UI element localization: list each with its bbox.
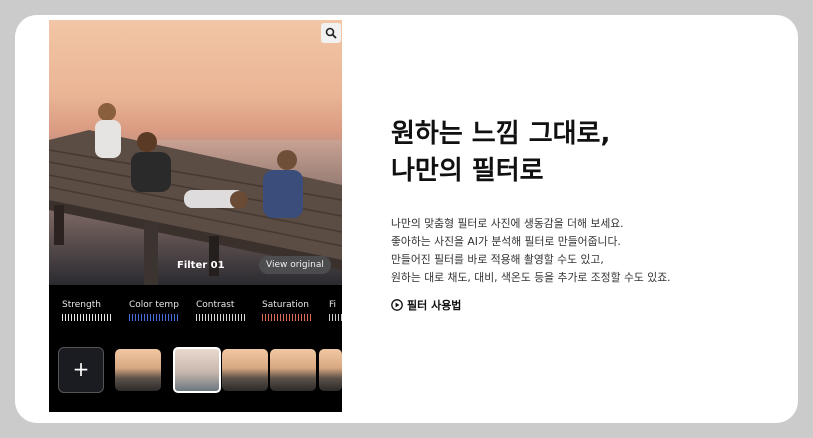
filter-thumbnail[interactable] (115, 349, 161, 391)
saturation-slider[interactable]: Saturation (262, 300, 312, 321)
fi-ticks (329, 314, 342, 321)
headline: 원하는 느낌 그대로, 나만의 필터로 (391, 116, 610, 190)
strength-label: Strength (62, 300, 101, 310)
dock-scene (49, 103, 342, 285)
description-line: 좋아하는 사진을 AI가 분석해 필터로 만들어줍니다. (391, 235, 621, 248)
description-line: 나만의 맞춤형 필터로 사진에 생동감을 더해 보세요. (391, 217, 624, 230)
how-to-link[interactable]: 필터 사용법 (391, 297, 461, 313)
description-line: 만들어진 필터를 바로 적용해 촬영할 수도 있고, (391, 253, 604, 266)
filter-thumbnails: + (49, 347, 342, 395)
fi-label: Fi (329, 300, 337, 310)
headline-line-2: 나만의 필터로 (391, 156, 544, 186)
magnifier-icon (325, 27, 337, 39)
add-filter-button[interactable]: + (58, 347, 104, 393)
color-temp-ticks (129, 314, 179, 321)
headline-line-1: 원하는 느낌 그대로, (391, 119, 611, 149)
filter-thumbnail-selected[interactable] (173, 347, 221, 393)
description-line: 원하는 대로 채도, 대비, 색온도 등을 추가로 조정할 수도 있죠. (391, 271, 671, 284)
filter-thumbnail[interactable] (222, 349, 268, 391)
zoom-button[interactable] (321, 23, 341, 43)
saturation-label: Saturation (262, 300, 309, 310)
phone-screen-image: Filter 01 View original Strength Color t… (49, 20, 342, 412)
color-temp-slider[interactable]: Color temp (129, 300, 179, 321)
description: 나만의 맞춤형 필터로 사진에 생동감을 더해 보세요. 좋아하는 사진을 AI… (391, 215, 671, 287)
strength-slider[interactable]: Strength (62, 300, 112, 321)
color-temp-label: Color temp (129, 300, 179, 310)
contrast-slider[interactable]: Contrast (196, 300, 246, 321)
how-to-label: 필터 사용법 (407, 299, 462, 312)
filter-thumbnail[interactable] (319, 349, 342, 391)
contrast-label: Contrast (196, 300, 235, 310)
strength-ticks (62, 314, 112, 321)
sunset-dock-photo: Filter 01 View original (49, 20, 342, 285)
adjustment-sliders: Strength Color temp Contrast Saturation … (49, 300, 342, 340)
play-circle-icon (391, 299, 403, 311)
filter-thumbnail[interactable] (270, 349, 316, 391)
contrast-ticks (196, 314, 246, 321)
view-original-button[interactable]: View original (259, 256, 331, 274)
feature-card: Filter 01 View original Strength Color t… (15, 15, 798, 423)
filter-name-label: Filter 01 (177, 260, 225, 271)
saturation-ticks (262, 314, 312, 321)
fi-slider[interactable]: Fi (329, 300, 342, 321)
